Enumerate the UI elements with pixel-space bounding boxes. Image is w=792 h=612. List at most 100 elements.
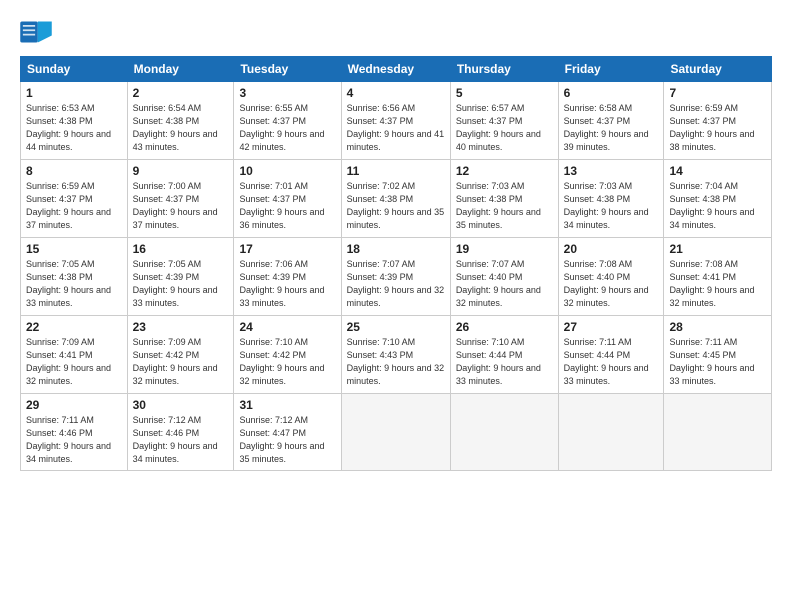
calendar-cell: 10 Sunrise: 7:01 AM Sunset: 4:37 PM Dayl… (234, 160, 341, 238)
day-number: 10 (239, 164, 335, 178)
day-info: Sunrise: 7:12 AM Sunset: 4:47 PM Dayligh… (239, 414, 335, 466)
logo (20, 18, 56, 46)
calendar-cell: 16 Sunrise: 7:05 AM Sunset: 4:39 PM Dayl… (127, 238, 234, 316)
day-number: 9 (133, 164, 229, 178)
day-info: Sunrise: 7:09 AM Sunset: 4:41 PM Dayligh… (26, 336, 122, 388)
day-number: 28 (669, 320, 766, 334)
calendar-header-row: SundayMondayTuesdayWednesdayThursdayFrid… (21, 57, 772, 82)
calendar-cell: 6 Sunrise: 6:58 AM Sunset: 4:37 PM Dayli… (558, 82, 664, 160)
calendar-cell: 13 Sunrise: 7:03 AM Sunset: 4:38 PM Dayl… (558, 160, 664, 238)
day-info: Sunrise: 6:53 AM Sunset: 4:38 PM Dayligh… (26, 102, 122, 154)
day-number: 30 (133, 398, 229, 412)
calendar-week-1: 1 Sunrise: 6:53 AM Sunset: 4:38 PM Dayli… (21, 82, 772, 160)
day-number: 3 (239, 86, 335, 100)
day-number: 5 (456, 86, 553, 100)
day-info: Sunrise: 7:07 AM Sunset: 4:40 PM Dayligh… (456, 258, 553, 310)
day-info: Sunrise: 7:10 AM Sunset: 4:42 PM Dayligh… (239, 336, 335, 388)
day-number: 25 (347, 320, 445, 334)
calendar-cell: 9 Sunrise: 7:00 AM Sunset: 4:37 PM Dayli… (127, 160, 234, 238)
day-number: 6 (564, 86, 659, 100)
calendar-cell: 24 Sunrise: 7:10 AM Sunset: 4:42 PM Dayl… (234, 316, 341, 394)
calendar-cell: 26 Sunrise: 7:10 AM Sunset: 4:44 PM Dayl… (450, 316, 558, 394)
day-number: 11 (347, 164, 445, 178)
day-info: Sunrise: 6:56 AM Sunset: 4:37 PM Dayligh… (347, 102, 445, 154)
day-number: 31 (239, 398, 335, 412)
calendar-cell (558, 394, 664, 471)
day-number: 17 (239, 242, 335, 256)
calendar-cell: 17 Sunrise: 7:06 AM Sunset: 4:39 PM Dayl… (234, 238, 341, 316)
logo-icon (20, 18, 52, 46)
day-header-tuesday: Tuesday (234, 57, 341, 82)
calendar-cell: 23 Sunrise: 7:09 AM Sunset: 4:42 PM Dayl… (127, 316, 234, 394)
day-header-monday: Monday (127, 57, 234, 82)
calendar-page: SundayMondayTuesdayWednesdayThursdayFrid… (0, 0, 792, 612)
calendar-cell: 29 Sunrise: 7:11 AM Sunset: 4:46 PM Dayl… (21, 394, 128, 471)
day-info: Sunrise: 7:01 AM Sunset: 4:37 PM Dayligh… (239, 180, 335, 232)
calendar-cell: 15 Sunrise: 7:05 AM Sunset: 4:38 PM Dayl… (21, 238, 128, 316)
day-info: Sunrise: 7:03 AM Sunset: 4:38 PM Dayligh… (564, 180, 659, 232)
calendar-week-3: 15 Sunrise: 7:05 AM Sunset: 4:38 PM Dayl… (21, 238, 772, 316)
day-info: Sunrise: 7:08 AM Sunset: 4:41 PM Dayligh… (669, 258, 766, 310)
calendar-cell: 12 Sunrise: 7:03 AM Sunset: 4:38 PM Dayl… (450, 160, 558, 238)
calendar-week-4: 22 Sunrise: 7:09 AM Sunset: 4:41 PM Dayl… (21, 316, 772, 394)
day-info: Sunrise: 7:06 AM Sunset: 4:39 PM Dayligh… (239, 258, 335, 310)
calendar-cell (450, 394, 558, 471)
day-info: Sunrise: 7:12 AM Sunset: 4:46 PM Dayligh… (133, 414, 229, 466)
calendar-week-5: 29 Sunrise: 7:11 AM Sunset: 4:46 PM Dayl… (21, 394, 772, 471)
calendar-cell: 4 Sunrise: 6:56 AM Sunset: 4:37 PM Dayli… (341, 82, 450, 160)
day-number: 22 (26, 320, 122, 334)
day-number: 23 (133, 320, 229, 334)
day-number: 15 (26, 242, 122, 256)
day-info: Sunrise: 6:59 AM Sunset: 4:37 PM Dayligh… (26, 180, 122, 232)
calendar-cell: 3 Sunrise: 6:55 AM Sunset: 4:37 PM Dayli… (234, 82, 341, 160)
day-number: 20 (564, 242, 659, 256)
day-number: 21 (669, 242, 766, 256)
calendar-cell: 14 Sunrise: 7:04 AM Sunset: 4:38 PM Dayl… (664, 160, 772, 238)
day-number: 4 (347, 86, 445, 100)
day-info: Sunrise: 6:54 AM Sunset: 4:38 PM Dayligh… (133, 102, 229, 154)
calendar-table: SundayMondayTuesdayWednesdayThursdayFrid… (20, 56, 772, 471)
day-number: 2 (133, 86, 229, 100)
day-info: Sunrise: 6:55 AM Sunset: 4:37 PM Dayligh… (239, 102, 335, 154)
calendar-cell (341, 394, 450, 471)
day-info: Sunrise: 7:00 AM Sunset: 4:37 PM Dayligh… (133, 180, 229, 232)
calendar-cell: 11 Sunrise: 7:02 AM Sunset: 4:38 PM Dayl… (341, 160, 450, 238)
day-number: 19 (456, 242, 553, 256)
day-number: 16 (133, 242, 229, 256)
calendar-cell: 18 Sunrise: 7:07 AM Sunset: 4:39 PM Dayl… (341, 238, 450, 316)
day-info: Sunrise: 7:04 AM Sunset: 4:38 PM Dayligh… (669, 180, 766, 232)
day-number: 12 (456, 164, 553, 178)
day-info: Sunrise: 7:11 AM Sunset: 4:45 PM Dayligh… (669, 336, 766, 388)
calendar-cell: 2 Sunrise: 6:54 AM Sunset: 4:38 PM Dayli… (127, 82, 234, 160)
day-number: 27 (564, 320, 659, 334)
calendar-cell: 7 Sunrise: 6:59 AM Sunset: 4:37 PM Dayli… (664, 82, 772, 160)
day-number: 26 (456, 320, 553, 334)
day-info: Sunrise: 7:03 AM Sunset: 4:38 PM Dayligh… (456, 180, 553, 232)
day-info: Sunrise: 7:05 AM Sunset: 4:38 PM Dayligh… (26, 258, 122, 310)
day-info: Sunrise: 7:10 AM Sunset: 4:44 PM Dayligh… (456, 336, 553, 388)
day-info: Sunrise: 7:11 AM Sunset: 4:46 PM Dayligh… (26, 414, 122, 466)
calendar-cell: 1 Sunrise: 6:53 AM Sunset: 4:38 PM Dayli… (21, 82, 128, 160)
day-info: Sunrise: 6:59 AM Sunset: 4:37 PM Dayligh… (669, 102, 766, 154)
calendar-cell: 27 Sunrise: 7:11 AM Sunset: 4:44 PM Dayl… (558, 316, 664, 394)
calendar-cell: 5 Sunrise: 6:57 AM Sunset: 4:37 PM Dayli… (450, 82, 558, 160)
day-number: 8 (26, 164, 122, 178)
day-info: Sunrise: 7:09 AM Sunset: 4:42 PM Dayligh… (133, 336, 229, 388)
calendar-cell: 28 Sunrise: 7:11 AM Sunset: 4:45 PM Dayl… (664, 316, 772, 394)
header (20, 18, 772, 46)
day-header-sunday: Sunday (21, 57, 128, 82)
calendar-cell (664, 394, 772, 471)
day-header-saturday: Saturday (664, 57, 772, 82)
day-info: Sunrise: 7:11 AM Sunset: 4:44 PM Dayligh… (564, 336, 659, 388)
day-number: 1 (26, 86, 122, 100)
day-info: Sunrise: 7:10 AM Sunset: 4:43 PM Dayligh… (347, 336, 445, 388)
day-header-thursday: Thursday (450, 57, 558, 82)
calendar-cell: 22 Sunrise: 7:09 AM Sunset: 4:41 PM Dayl… (21, 316, 128, 394)
day-info: Sunrise: 7:07 AM Sunset: 4:39 PM Dayligh… (347, 258, 445, 310)
day-header-wednesday: Wednesday (341, 57, 450, 82)
calendar-cell: 25 Sunrise: 7:10 AM Sunset: 4:43 PM Dayl… (341, 316, 450, 394)
day-number: 24 (239, 320, 335, 334)
calendar-cell: 19 Sunrise: 7:07 AM Sunset: 4:40 PM Dayl… (450, 238, 558, 316)
day-info: Sunrise: 6:57 AM Sunset: 4:37 PM Dayligh… (456, 102, 553, 154)
calendar-cell: 31 Sunrise: 7:12 AM Sunset: 4:47 PM Dayl… (234, 394, 341, 471)
